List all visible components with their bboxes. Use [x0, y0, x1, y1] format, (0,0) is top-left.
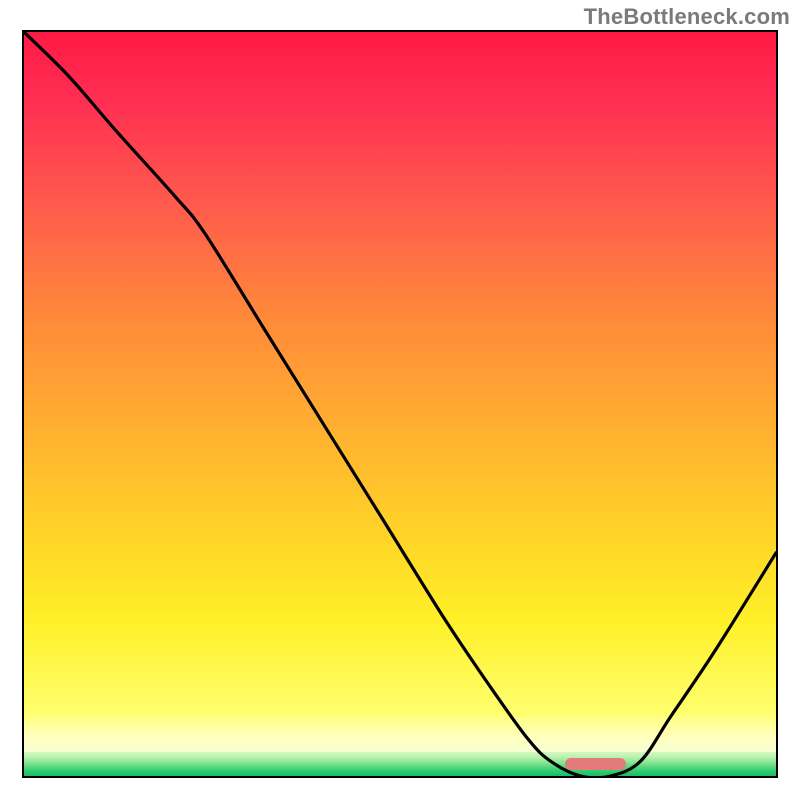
paleyellow-band — [24, 716, 776, 752]
green-band — [24, 752, 776, 776]
chart-frame: TheBottleneck.com — [0, 0, 800, 800]
watermark-text: TheBottleneck.com — [584, 4, 790, 30]
gradient-background — [24, 32, 776, 716]
optimal-range-marker — [565, 758, 625, 770]
plot-area — [22, 30, 778, 778]
